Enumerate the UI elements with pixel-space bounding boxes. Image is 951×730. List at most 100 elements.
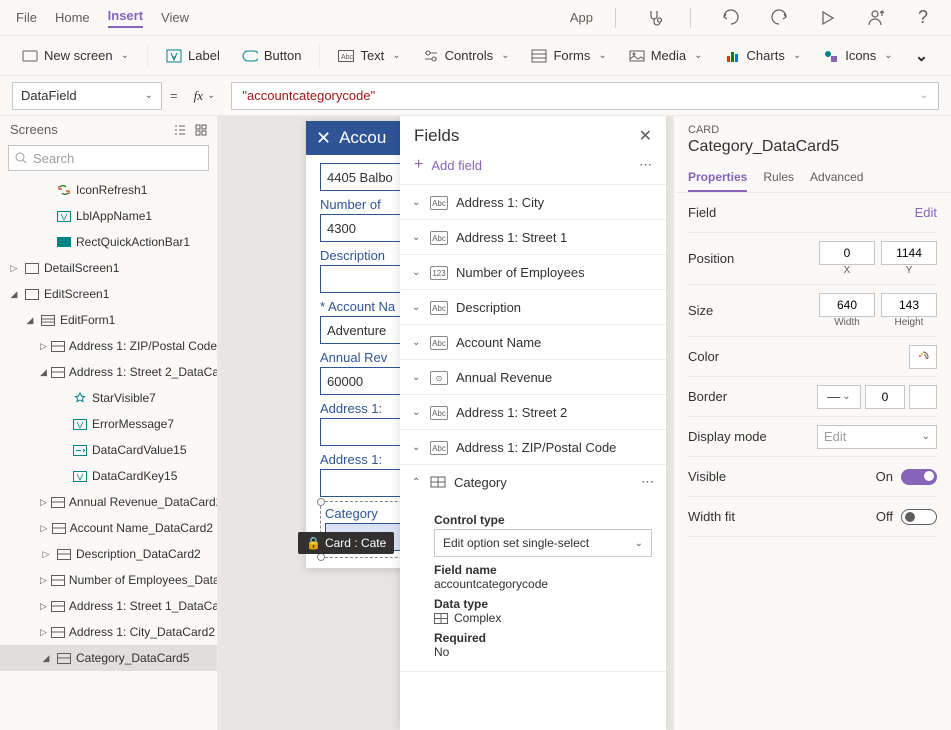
- tree-item[interactable]: IconRefresh1: [0, 177, 217, 203]
- field-type-icon: Abc: [430, 229, 448, 246]
- card-icon: [51, 625, 65, 639]
- border-style-select[interactable]: — ⌄: [817, 385, 861, 409]
- tree-item-label: DataCardValue15: [92, 443, 187, 457]
- field-item[interactable]: ⌄ ⊙ Annual Revenue: [400, 360, 666, 394]
- more-button[interactable]: ⌄: [905, 42, 938, 70]
- tab-advanced[interactable]: Advanced: [810, 164, 863, 192]
- size-height-input[interactable]: [881, 293, 937, 317]
- play-icon[interactable]: [815, 6, 839, 30]
- widthfit-toggle[interactable]: [901, 509, 937, 525]
- tree-item[interactable]: ▷Number of Employees_Data: [0, 567, 217, 593]
- search-input[interactable]: Search: [8, 145, 209, 171]
- tree-item[interactable]: ◢Address 1: Street 2_DataCar: [0, 359, 217, 385]
- help-icon[interactable]: ?: [911, 6, 935, 30]
- chevron-icon: ⌃: [412, 477, 422, 488]
- diagnostics-icon[interactable]: [644, 6, 668, 30]
- button-button[interactable]: Button: [232, 44, 312, 68]
- tab-rules[interactable]: Rules: [763, 164, 794, 192]
- tree-item[interactable]: StarVisible7: [0, 385, 217, 411]
- tree-item[interactable]: ◢EditScreen1: [0, 281, 217, 307]
- chevron-icon: ⌄: [412, 337, 422, 348]
- property-selector[interactable]: DataField⌄: [12, 82, 162, 110]
- tree-item-label: Category_DataCard5: [76, 651, 189, 665]
- color-picker-button[interactable]: [909, 345, 937, 369]
- close-icon[interactable]: ✕: [316, 128, 331, 149]
- fx-button[interactable]: fx⌄: [186, 88, 224, 104]
- tree-item[interactable]: RectQuickActionBar1: [0, 229, 217, 255]
- tree-item[interactable]: DataCardKey15: [0, 463, 217, 489]
- tree-item[interactable]: LblAppName1: [0, 203, 217, 229]
- visible-toggle[interactable]: [901, 469, 937, 485]
- tree-item[interactable]: ▷Account Name_DataCard2: [0, 515, 217, 541]
- border-color-button[interactable]: [909, 385, 937, 409]
- media-button[interactable]: Media⌄: [619, 44, 713, 68]
- text-button[interactable]: Abc Text⌄: [328, 44, 410, 68]
- new-screen-button[interactable]: New screen⌄: [12, 44, 139, 68]
- field-item[interactable]: ⌄ Abc Address 1: Street 1: [400, 220, 666, 254]
- add-field-button[interactable]: Add field: [431, 158, 482, 173]
- tree-item[interactable]: ErrorMessage7: [0, 411, 217, 437]
- screen-icon: [24, 287, 40, 301]
- field-item[interactable]: ⌄ Abc Address 1: ZIP/Postal Code: [400, 430, 666, 464]
- screens-tree[interactable]: IconRefresh1LblAppName1RectQuickActionBa…: [0, 177, 217, 730]
- field-label: Account Name: [456, 335, 541, 350]
- prop-displaymode-label: Display mode: [688, 429, 767, 444]
- selection-tooltip: 🔒 Card : Cate: [298, 532, 394, 554]
- field-item[interactable]: ⌄ Abc Address 1: Street 2: [400, 395, 666, 429]
- tree-item[interactable]: ▷Description_DataCard2: [0, 541, 217, 567]
- position-y-input[interactable]: [881, 241, 937, 265]
- card-icon: [51, 573, 65, 587]
- chevron-icon: ⌄: [412, 302, 422, 313]
- menu-view[interactable]: View: [161, 10, 189, 25]
- field-item[interactable]: ⌄ Abc Address 1: City: [400, 185, 666, 219]
- label-button[interactable]: Label: [156, 44, 230, 68]
- tree-item-label: DataCardKey15: [92, 469, 177, 483]
- menu-file[interactable]: File: [16, 10, 37, 25]
- prop-position-label: Position: [688, 251, 734, 266]
- field-item[interactable]: ⌄ 123 Number of Employees: [400, 255, 666, 289]
- charts-button[interactable]: Charts⌄: [715, 44, 812, 68]
- tree-item[interactable]: ▷Address 1: City_DataCard2: [0, 619, 217, 645]
- tree-item[interactable]: ◢EditForm1: [0, 307, 217, 333]
- controls-button[interactable]: Controls⌄: [413, 44, 520, 68]
- tab-properties[interactable]: Properties: [688, 164, 747, 192]
- position-x-input[interactable]: [819, 241, 875, 265]
- charts-icon: [725, 48, 741, 64]
- field-item[interactable]: ⌄ Abc Description: [400, 290, 666, 324]
- share-icon[interactable]: [863, 6, 887, 30]
- field-item[interactable]: ⌃ Category ⋯: [400, 465, 666, 499]
- menu-home[interactable]: Home: [55, 10, 90, 25]
- size-width-input[interactable]: [819, 293, 875, 317]
- close-icon[interactable]: ✕: [639, 126, 652, 146]
- tree-item[interactable]: ▷Address 1: Street 1_DataCar: [0, 593, 217, 619]
- redo-icon[interactable]: [767, 6, 791, 30]
- tree-item-label: EditScreen1: [44, 287, 109, 301]
- field-type-icon: Abc: [430, 404, 448, 421]
- tree-item[interactable]: ▷DetailScreen1: [0, 255, 217, 281]
- undo-icon[interactable]: [719, 6, 743, 30]
- equals-label: =: [170, 88, 178, 103]
- border-width-input[interactable]: [865, 385, 905, 409]
- fields-panel: Fields ✕ + Add field ⋯ ⌄ Abc Address 1: …: [400, 116, 666, 730]
- menu-app[interactable]: App: [570, 10, 593, 25]
- list-view-icon[interactable]: [173, 124, 187, 136]
- formula-input[interactable]: "accountcategorycode"⌄: [231, 82, 939, 110]
- tree-item[interactable]: ▷Annual Revenue_DataCard2: [0, 489, 217, 515]
- field-type-icon: ⊙: [430, 369, 448, 386]
- more-icon[interactable]: ⋯: [641, 474, 654, 490]
- tree-item[interactable]: DataCardValue15: [0, 437, 217, 463]
- forms-button[interactable]: Forms⌄: [521, 44, 616, 68]
- tree-item[interactable]: ▷Address 1: ZIP/Postal Code_: [0, 333, 217, 359]
- chevron-icon: ⌄: [412, 232, 422, 243]
- canvas: ✕ Accou 4405 Balbo Number of 4300 Descri…: [218, 116, 673, 730]
- tree-item[interactable]: ◢Category_DataCard5: [0, 645, 217, 671]
- grid-view-icon[interactable]: [195, 124, 207, 136]
- field-item[interactable]: ⌄ Abc Account Name: [400, 325, 666, 359]
- icons-button[interactable]: Icons⌄: [813, 44, 902, 68]
- menu-insert[interactable]: Insert: [108, 8, 143, 28]
- edit-field-link[interactable]: Edit: [915, 205, 937, 220]
- more-icon[interactable]: ⋯: [639, 157, 652, 173]
- display-mode-select[interactable]: Edit⌄: [817, 425, 937, 449]
- control-type-select[interactable]: Edit option set single-select⌄: [434, 529, 652, 557]
- field-label: Address 1: ZIP/Postal Code: [456, 440, 616, 455]
